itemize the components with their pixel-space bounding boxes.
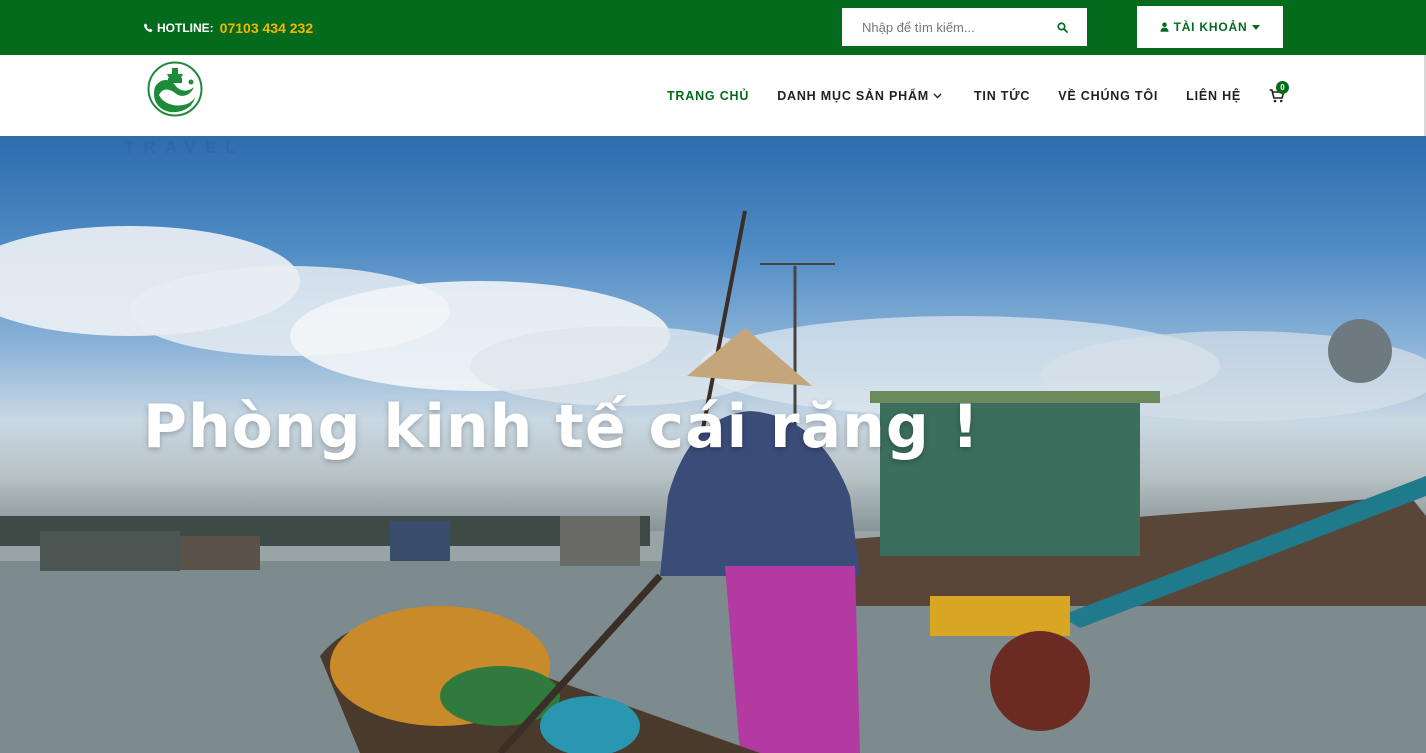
hotline-number[interactable]: 07103 434 232 [220,20,313,36]
nav-label: DANH MỤC SẢN PHẨM [777,89,929,103]
hero-title: Phòng kinh tế cái răng ! [143,392,981,462]
user-icon [1160,22,1169,32]
search-button[interactable] [1038,8,1087,46]
nav-label: TRANG CHỦ [667,89,750,103]
phone-icon [143,23,153,33]
logo-subtitle: TRAVEL [124,138,245,157]
nav-label: LIÊN HỆ [1186,89,1242,103]
hero-banner: Phòng kinh tế cái răng ! [0,136,1426,753]
hotline: HOTLINE: 07103 434 232 [143,19,313,37]
search-box [842,8,1087,46]
account-label: TÀI KHOẢN [1173,20,1248,34]
main-nav: TRANG CHỦ DANH MỤC SẢN PHẨM TIN TỨC VỀ C… [667,88,1241,104]
nav-item-home[interactable]: TRANG CHỦ [667,89,749,103]
chevron-down-icon [933,93,942,99]
nav-label: VỀ CHÚNG TÔI [1058,89,1159,103]
nav-label: TIN TỨC [974,89,1031,103]
hotline-label: HOTLINE: [157,21,214,35]
caret-down-icon [1252,24,1261,30]
main-header: TRANG CHỦ DANH MỤC SẢN PHẨM TIN TỨC VỀ C… [0,55,1426,136]
nav-item-products[interactable]: DANH MỤC SẢN PHẨM [777,89,942,103]
nav-item-about[interactable]: VỀ CHÚNG TÔI [1058,89,1158,103]
search-icon [1057,21,1068,33]
cart-count-badge: 0 [1276,81,1289,94]
top-bar: HOTLINE: 07103 434 232 TÀI KHOẢN [0,0,1426,55]
site-logo[interactable] [146,60,204,118]
nav-item-contact[interactable]: LIÊN HỆ [1186,89,1241,103]
account-button[interactable]: TÀI KHOẢN [1137,6,1283,48]
nav-item-news[interactable]: TIN TỨC [974,89,1030,103]
search-input[interactable] [842,8,1038,46]
